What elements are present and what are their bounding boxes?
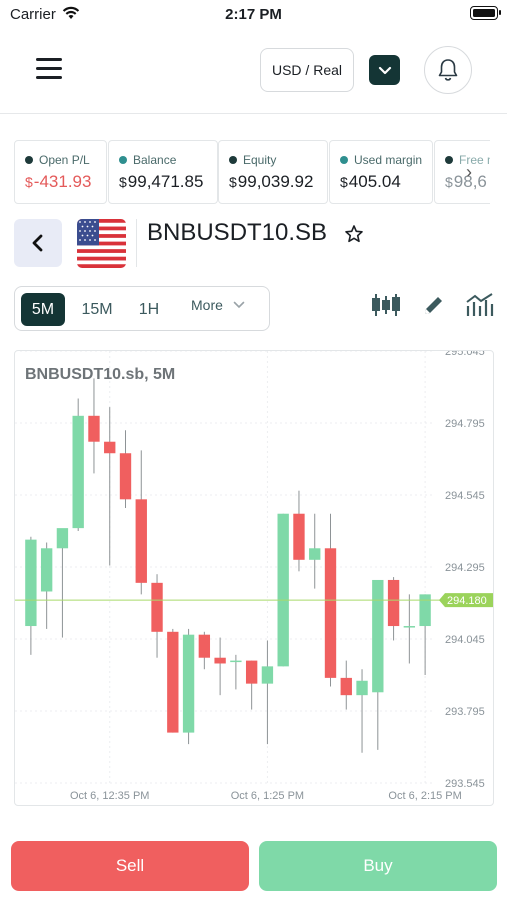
buy-button[interactable]: Buy xyxy=(259,841,497,891)
status-dot xyxy=(340,156,348,164)
candle-down xyxy=(119,453,132,500)
candle-down xyxy=(167,631,179,733)
candle-down xyxy=(151,582,163,632)
currency-symbol: $ xyxy=(340,174,348,190)
metric-label: Balance xyxy=(133,153,177,167)
metric-value: 99,471.85 xyxy=(127,172,204,191)
y-tick-label: 294.045 xyxy=(445,634,485,646)
candle-down xyxy=(293,513,305,560)
timeframe-1h[interactable]: 1H xyxy=(129,293,169,326)
candle-up xyxy=(261,666,274,684)
star-icon[interactable] xyxy=(344,224,364,249)
status-dot xyxy=(229,156,237,164)
candle-up xyxy=(56,528,69,549)
candle-up xyxy=(403,626,416,628)
sell-label: Sell xyxy=(115,856,145,875)
candle-down xyxy=(198,634,211,658)
metric-label: Used margin xyxy=(354,153,423,167)
y-tick-label: 294.295 xyxy=(445,562,485,574)
candlestick-icon[interactable] xyxy=(371,292,401,323)
candle-down xyxy=(340,677,352,696)
metric-equity: Equity $99,039.92 xyxy=(218,140,328,204)
metric-used-margin: Used margin $405.04 xyxy=(329,140,433,204)
metric-label: Free m xyxy=(459,153,490,167)
candle-up xyxy=(72,415,84,529)
metric-value: 99,039.92 xyxy=(237,172,314,191)
divider xyxy=(136,219,137,267)
metric-value: -431.93 xyxy=(33,172,92,191)
candle-up xyxy=(372,579,384,693)
candle-up xyxy=(182,634,195,733)
current-price-label: 294.180 xyxy=(447,595,487,607)
metric-balance: Balance $99,471.85 xyxy=(108,140,218,204)
timeframe-5m[interactable]: 5M xyxy=(21,293,65,326)
account-metrics: Open P/L $-431.93 Balance $99,471.85 Equ… xyxy=(14,140,490,204)
timeframe-selector: 5M 15M 1H More xyxy=(14,286,270,331)
indicators-icon[interactable] xyxy=(466,292,494,323)
menu-icon[interactable] xyxy=(36,58,62,80)
status-dot xyxy=(25,156,33,164)
candle-down xyxy=(245,660,258,684)
metric-label: Equity xyxy=(243,153,277,167)
app-header: USD / Real xyxy=(0,28,507,114)
sell-button[interactable]: Sell xyxy=(11,841,249,891)
candle-up xyxy=(309,548,321,560)
candle-down xyxy=(214,657,226,664)
buy-label: Buy xyxy=(363,856,393,875)
account-type-button[interactable]: USD / Real xyxy=(260,48,354,92)
candle-down xyxy=(104,441,116,454)
status-bar: Carrier 2:17 PM xyxy=(0,0,507,28)
x-tick-label: Oct 6, 1:25 PM xyxy=(231,790,304,802)
y-tick-label: 293.545 xyxy=(445,778,485,790)
currency-symbol: $ xyxy=(445,174,453,190)
y-tick-label: 294.795 xyxy=(445,418,485,430)
price-chart[interactable]: 293.545 293.795 294.045 294.295 294.545 294.7… xyxy=(14,350,494,806)
y-tick-label: 294.545 xyxy=(445,490,485,502)
us-flag-icon xyxy=(77,219,126,268)
x-tick-label: Oct 6, 12:35 PM xyxy=(70,790,149,802)
candle-down xyxy=(324,548,337,678)
status-dot xyxy=(119,156,127,164)
metric-free-margin: Free m $98,6 xyxy=(434,140,490,204)
metric-value: 405.04 xyxy=(348,172,401,191)
candle-up xyxy=(230,660,242,663)
chevron-left-icon xyxy=(32,234,43,252)
symbol-title: BNBUSDT10.SB xyxy=(147,219,328,246)
candle-down xyxy=(88,415,100,442)
back-button[interactable] xyxy=(14,219,62,267)
candle-down xyxy=(387,579,400,627)
bell-icon[interactable] xyxy=(424,46,472,94)
candle-up xyxy=(419,594,431,627)
candle-up xyxy=(40,548,53,592)
chart-title: BNBUSDT10.sb, 5M xyxy=(25,366,175,383)
chevron-down-icon xyxy=(233,301,245,309)
status-dot xyxy=(445,156,453,164)
more-label: More xyxy=(191,297,223,313)
y-tick-label: 295.045 xyxy=(445,351,485,358)
candle-up xyxy=(356,680,368,696)
currency-symbol: $ xyxy=(25,174,33,190)
candle-up xyxy=(25,539,37,627)
metric-label: Open P/L xyxy=(39,153,90,167)
metric-open-pl: Open P/L $-431.93 xyxy=(14,140,107,204)
candle-up xyxy=(277,513,289,667)
y-tick-label: 293.795 xyxy=(445,706,485,718)
currency-symbol: $ xyxy=(229,174,237,190)
clock: 2:17 PM xyxy=(225,6,282,23)
x-tick-label: Oct 6, 2:15 PM xyxy=(388,790,461,802)
timeframe-15m[interactable]: 15M xyxy=(75,293,119,326)
battery-icon xyxy=(470,6,501,20)
pencil-icon[interactable] xyxy=(421,292,445,323)
chevron-right-icon[interactable]: › xyxy=(466,162,472,183)
timeframe-more-button[interactable]: More xyxy=(191,297,245,313)
currency-symbol: $ xyxy=(119,174,127,190)
candle-down xyxy=(135,499,147,583)
chevron-down-icon[interactable] xyxy=(369,55,400,85)
